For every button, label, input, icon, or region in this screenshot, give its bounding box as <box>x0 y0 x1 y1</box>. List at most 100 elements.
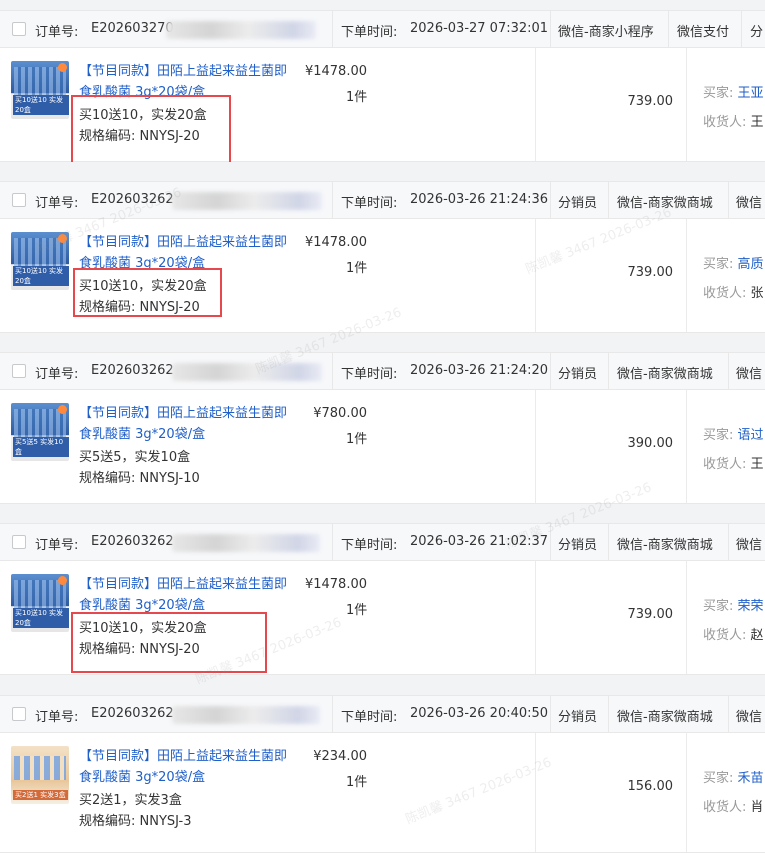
receiver-label: 收货人: <box>703 800 747 815</box>
header-divider <box>728 524 729 561</box>
unit-price: ¥1478.00 <box>304 577 367 592</box>
order-time-label: 下单时间: <box>341 710 398 725</box>
header-divider <box>550 11 551 48</box>
buyer-name-link[interactable]: 荣荣 <box>738 599 764 614</box>
header-divider <box>550 182 551 219</box>
unit-price: ¥780.00 <box>313 406 367 421</box>
product-thumbnail[interactable]: 买10送10 实发20盒 <box>11 232 69 290</box>
header-divider <box>728 353 729 390</box>
product-thumbnail[interactable]: 买10送10 实发20盒 <box>11 574 69 632</box>
receiver-label: 收货人: <box>703 457 747 472</box>
buyer-info: 买家: 禾苗 收货人: 肖 <box>703 764 764 822</box>
badge-icon <box>58 63 67 72</box>
badge-icon <box>58 234 67 243</box>
highlight-box <box>71 612 267 673</box>
order-amount: 390.00 <box>627 436 674 451</box>
header-divider <box>550 524 551 561</box>
order-body: 买10送10 实发20盒 【节目同款】田陌上益起来益生菌即食乳酸菌 3g*20袋… <box>0 48 765 167</box>
product-spec: 买2送1，实发3盒 规格编码: NNYSJ-3 <box>79 790 192 832</box>
order-time-label: 下单时间: <box>341 367 398 382</box>
header-divider <box>608 524 609 561</box>
buyer-label: 买家: <box>703 599 734 614</box>
order-checkbox[interactable] <box>12 364 26 378</box>
unit-price: ¥1478.00 <box>304 64 367 79</box>
product-title-link[interactable]: 【节目同款】田陌上益起来益生菌即食乳酸菌 3g*20袋/盒 <box>79 403 297 445</box>
order-header: 订单号: E202603262 下单时间: 2026-03-26 20:40:5… <box>0 695 765 733</box>
column-divider <box>686 561 687 674</box>
order-no[interactable]: E202603262 <box>91 363 174 378</box>
order-no[interactable]: E202603262 <box>91 706 174 721</box>
order-amount: 739.00 <box>627 265 674 280</box>
order-body: 买10送10 实发20盒 【节目同款】田陌上益起来益生菌即食乳酸菌 3g*20袋… <box>0 219 765 333</box>
product-thumbnail[interactable]: 买2送1 实发3盒 <box>11 746 69 804</box>
order-time: 2026-03-26 20:40:50 <box>410 706 549 721</box>
receiver-label: 收货人: <box>703 115 747 130</box>
header-divider <box>550 696 551 733</box>
list-top-spacer <box>0 0 765 10</box>
column-divider <box>686 219 687 332</box>
order-time-label: 下单时间: <box>341 196 398 211</box>
buyer-info: 买家: 语过 收货人: 王 <box>703 421 764 479</box>
receiver-name: 王 <box>750 115 764 130</box>
buyer-name-link[interactable]: 高质 <box>738 257 764 272</box>
header-divider <box>332 11 333 48</box>
payment-method: 微信支付 <box>677 25 730 40</box>
product-spec: 买5送5，实发10盒 规格编码: NNYSJ-10 <box>79 447 200 489</box>
highlight-box <box>73 268 222 317</box>
buyer-label: 买家: <box>703 86 734 101</box>
sku-code: 规格编码: NNYSJ-10 <box>79 471 200 486</box>
receiver-label: 收货人: <box>703 286 747 301</box>
payment-method: 微信 <box>736 710 763 725</box>
order-tag: 分 <box>750 25 764 40</box>
order-no[interactable]: E202603262 <box>91 534 174 549</box>
buyer-label: 买家: <box>703 428 734 443</box>
order-checkbox[interactable] <box>12 707 26 721</box>
order-no-label: 订单号: <box>35 196 79 211</box>
buyer-name-link[interactable]: 禾苗 <box>738 771 764 786</box>
header-divider <box>668 11 669 48</box>
order-amount: 739.00 <box>627 94 674 109</box>
receiver-name: 赵 <box>750 628 764 643</box>
header-divider <box>608 182 609 219</box>
column-divider <box>535 219 536 332</box>
order-body: 买2送1 实发3盒 【节目同款】田陌上益起来益生菌即食乳酸菌 3g*20袋/盒 … <box>0 733 765 853</box>
column-divider <box>535 48 536 161</box>
product-boxes-graphic <box>14 67 66 95</box>
product-boxes-graphic <box>14 580 66 608</box>
buyer-info: 买家: 王亚 收货人: 王 <box>703 79 764 137</box>
payment-method: 微信 <box>736 538 763 553</box>
buyer-info: 买家: 高质 收货人: 张 <box>703 250 764 308</box>
column-divider <box>686 48 687 161</box>
product-title-link[interactable]: 【节目同款】田陌上益起来益生菌即食乳酸菌 3g*20袋/盒 <box>79 574 297 616</box>
header-divider <box>608 353 609 390</box>
order-checkbox[interactable] <box>12 535 26 549</box>
product-thumbnail[interactable]: 买10送10 实发20盒 <box>11 61 69 119</box>
order-checkbox[interactable] <box>12 193 26 207</box>
badge-icon <box>58 405 67 414</box>
order-body: 买10送10 实发20盒 【节目同款】田陌上益起来益生菌即食乳酸菌 3g*20袋… <box>0 561 765 675</box>
header-divider <box>332 353 333 390</box>
thumbnail-caption: 买10送10 实发20盒 <box>13 266 69 286</box>
distributor-label: 分销员 <box>558 538 598 553</box>
buyer-name-link[interactable]: 王亚 <box>738 86 764 101</box>
highlight-box <box>71 95 231 167</box>
header-divider <box>332 524 333 561</box>
buyer-name-link[interactable]: 语过 <box>738 428 764 443</box>
order-checkbox[interactable] <box>12 22 26 36</box>
order-amount: 739.00 <box>627 607 674 622</box>
unit-price: ¥234.00 <box>313 749 367 764</box>
payment-method: 微信 <box>736 367 763 382</box>
order-spacer <box>0 162 765 181</box>
badge-icon <box>58 576 67 585</box>
product-title-link[interactable]: 【节目同款】田陌上益起来益生菌即食乳酸菌 3g*20袋/盒 <box>79 746 297 788</box>
promo-text: 买5送5，实发10盒 <box>79 450 191 465</box>
distributor-label: 分销员 <box>558 710 598 725</box>
order-no[interactable]: E202603262 <box>91 192 174 207</box>
order-header: 订单号: E202603262 下单时间: 2026-03-26 21:02:3… <box>0 523 765 561</box>
order-spacer <box>0 504 765 523</box>
product-thumbnail[interactable]: 买5送5 实发10盒 <box>11 403 69 461</box>
order-channel: 微信-商家微商城 <box>617 367 713 382</box>
thumbnail-caption: 买10送10 实发20盒 <box>13 95 69 115</box>
product-boxes-graphic <box>14 409 66 437</box>
order-no[interactable]: E202603270 <box>91 21 174 36</box>
